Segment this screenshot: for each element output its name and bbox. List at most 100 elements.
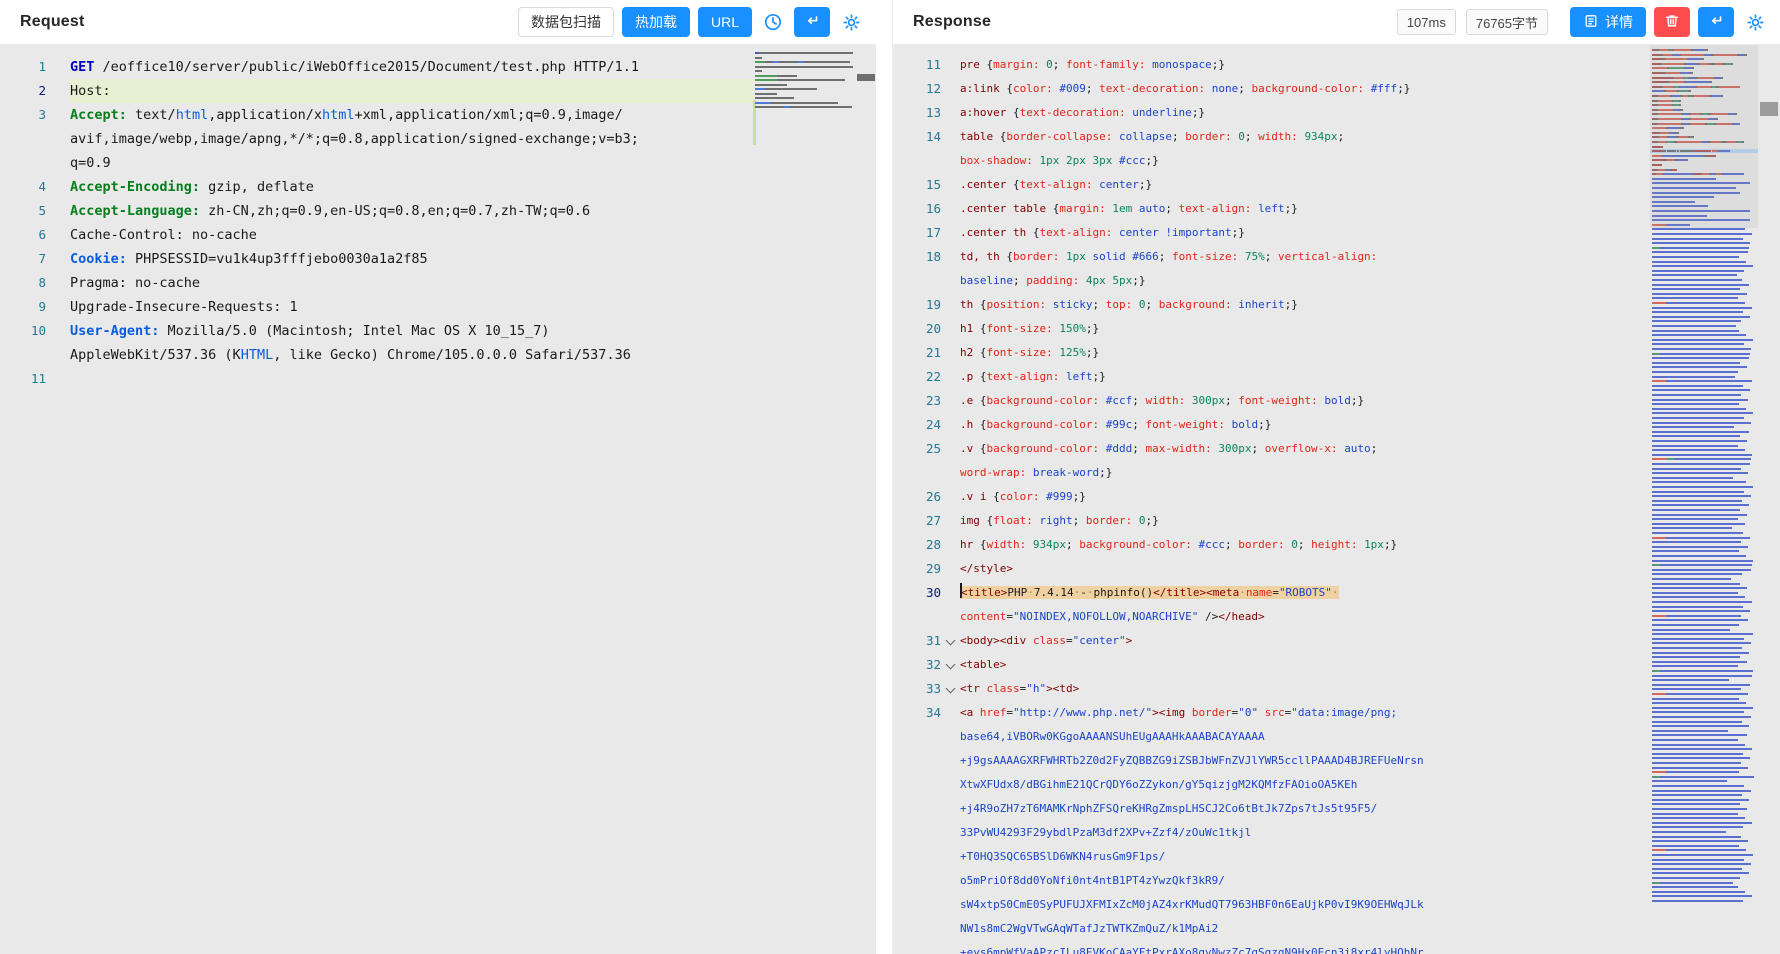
- code-line[interactable]: q=0.9: [0, 151, 753, 175]
- packet-scan-button[interactable]: 数据包扫描: [518, 7, 614, 37]
- code-line[interactable]: NW1s8mC2WgVTwGAqWTafJzTWTKZmQuZ/k1MpAi2: [893, 917, 1650, 941]
- hot-reload-button[interactable]: 热加载: [622, 7, 690, 37]
- code-line[interactable]: word-wrap: break-word;}: [893, 461, 1650, 485]
- line-content: .center th {text-align: center !importan…: [960, 221, 1650, 245]
- code-line[interactable]: +j9gsAAAAGXRFWHRTb2Z0d2FyZQBBZG9iZSBJbWF…: [893, 749, 1650, 773]
- response-minimap[interactable]: [1650, 45, 1758, 954]
- gear-icon[interactable]: [838, 9, 864, 35]
- fold-gutter: [46, 79, 70, 103]
- code-line[interactable]: 28hr {width: 934px; background-color: #c…: [893, 533, 1650, 557]
- minimap-line: [1652, 753, 1743, 755]
- code-line[interactable]: 23.e {background-color: #ccf; width: 300…: [893, 389, 1650, 413]
- response-editor[interactable]: 11pre {margin: 0; font-family: monospace…: [893, 45, 1780, 954]
- code-line[interactable]: 18td, th {border: 1px solid #666; font-s…: [893, 245, 1650, 269]
- code-line[interactable]: +eys6mpWfVaAPzcILu8EVKoCAaYFtPxrAXo8gvNw…: [893, 941, 1650, 954]
- scroll-thumb[interactable]: [1760, 102, 1778, 116]
- minimap-line: [1652, 725, 1749, 727]
- code-line[interactable]: 29</style>: [893, 557, 1650, 581]
- code-line[interactable]: 7Cookie: PHPSESSID=vu1k4up3fffjebo0030a1…: [0, 247, 753, 271]
- minimap-line: [1652, 859, 1744, 861]
- code-line[interactable]: 32<table>: [893, 653, 1650, 677]
- gear-icon[interactable]: [1742, 9, 1768, 35]
- code-line[interactable]: 13a:hover {text-decoration: underline;}: [893, 101, 1650, 125]
- code-line[interactable]: 34<a href="http://www.php.net/"><img bor…: [893, 701, 1650, 725]
- fold-gutter: [46, 151, 70, 175]
- code-line[interactable]: 4Accept-Encoding: gzip, deflate: [0, 175, 753, 199]
- code-line[interactable]: +j4R9oZH7zT6MAMKrNphZFSQreKHRgZmspLHSCJ2…: [893, 797, 1650, 821]
- minimap-viewport-slider[interactable]: [1650, 45, 1758, 228]
- code-line[interactable]: baseline; padding: 4px 5px;}: [893, 269, 1650, 293]
- code-line[interactable]: content="NOINDEX,NOFOLLOW,NOARCHIVE" /><…: [893, 605, 1650, 629]
- code-line[interactable]: 30<title>PHP·7.4.14·-·phpinfo()</title><…: [893, 581, 1650, 605]
- code-line[interactable]: base64,iVBORw0KGgoAAAANSUhEUgAAAHkAAABAC…: [893, 725, 1650, 749]
- minimap-line: [1652, 803, 1740, 805]
- line-number: 21: [893, 341, 941, 365]
- fold-chevron-icon[interactable]: [941, 677, 960, 701]
- panel-divider[interactable]: [876, 0, 892, 954]
- code-line[interactable]: 10User-Agent: Mozilla/5.0 (Macintosh; In…: [0, 319, 753, 343]
- code-line[interactable]: 31<body><div class="center">: [893, 629, 1650, 653]
- minimap-line: [755, 88, 817, 90]
- code-line[interactable]: 9Upgrade-Insecure-Requests: 1: [0, 295, 753, 319]
- history-icon[interactable]: [760, 9, 786, 35]
- code-line[interactable]: 33<tr class="h"><td>: [893, 677, 1650, 701]
- url-button[interactable]: URL: [698, 7, 752, 37]
- code-line[interactable]: 12a:link {color: #009; text-decoration: …: [893, 77, 1650, 101]
- minimap-line: [1652, 422, 1751, 424]
- code-line[interactable]: avif,image/webp,image/apng,*/*;q=0.8,app…: [0, 127, 753, 151]
- code-line[interactable]: 21h2 {font-size: 125%;}: [893, 341, 1650, 365]
- code-line[interactable]: 5Accept-Language: zh-CN,zh;q=0.9,en-US;q…: [0, 199, 753, 223]
- minimap-line: [1652, 445, 1738, 447]
- send-button[interactable]: [1698, 7, 1734, 37]
- minimap-line: [1652, 458, 1751, 460]
- minimap-line: [1652, 872, 1749, 874]
- line-content: </style>: [960, 557, 1650, 581]
- code-line[interactable]: 11: [0, 367, 753, 391]
- code-line[interactable]: 27img {float: right; border: 0;}: [893, 509, 1650, 533]
- fold-chevron-icon[interactable]: [941, 629, 960, 653]
- minimap-line: [755, 97, 794, 99]
- code-line[interactable]: 20h1 {font-size: 150%;}: [893, 317, 1650, 341]
- minimap-line: [1652, 541, 1741, 543]
- code-line[interactable]: 19th {position: sticky; top: 0; backgrou…: [893, 293, 1650, 317]
- minimap-line: [1652, 417, 1744, 419]
- code-line[interactable]: o5mPriOf8dd0YoNfi0nt4ntB1PT4zYwzQkf3kR9/: [893, 869, 1650, 893]
- code-line[interactable]: 25.v {background-color: #ddd; max-width:…: [893, 437, 1650, 461]
- code-line[interactable]: AppleWebKit/537.36 (KHTML, like Gecko) C…: [0, 343, 753, 367]
- code-line[interactable]: 15.center {text-align: center;}: [893, 173, 1650, 197]
- code-line[interactable]: 17.center th {text-align: center !import…: [893, 221, 1650, 245]
- response-scrollbar[interactable]: [1758, 45, 1780, 954]
- request-code[interactable]: 1GET /eoffice10/server/public/iWebOffice…: [0, 45, 753, 954]
- code-line[interactable]: 3Accept: text/html,application/xhtml+xml…: [0, 103, 753, 127]
- clear-response-button[interactable]: [1654, 7, 1690, 37]
- code-line[interactable]: 26.v i {color: #999;}: [893, 485, 1650, 509]
- code-line[interactable]: 33PvWU4293F29ybdlPzaM3df2XPv+Zzf4/zOuWc1…: [893, 821, 1650, 845]
- code-line[interactable]: 11pre {margin: 0; font-family: monospace…: [893, 53, 1650, 77]
- code-line[interactable]: XtwXFUdx8/dBGihmE21QCrQDY6oZZykon/gY5qiz…: [893, 773, 1650, 797]
- code-line[interactable]: 1GET /eoffice10/server/public/iWebOffice…: [0, 55, 753, 79]
- request-editor[interactable]: 1GET /eoffice10/server/public/iWebOffice…: [0, 45, 876, 954]
- fold-chevron-icon[interactable]: [941, 653, 960, 677]
- code-line[interactable]: 6Cache-Control: no-cache: [0, 223, 753, 247]
- code-line[interactable]: 8Pragma: no-cache: [0, 271, 753, 295]
- code-line[interactable]: 22.p {text-align: left;}: [893, 365, 1650, 389]
- details-button[interactable]: 详情: [1570, 7, 1646, 37]
- fold-gutter: [941, 389, 960, 413]
- code-line[interactable]: 16.center table {margin: 1em auto; text-…: [893, 197, 1650, 221]
- code-line[interactable]: +T0HQ3SQC6SBSlD6WKN4rusGm9F1ps/: [893, 845, 1650, 869]
- fold-gutter: [46, 127, 70, 151]
- code-line[interactable]: sW4xtpS0CmE0SyPUFUJXFMIxZcM0jAZ4xrKMudQT…: [893, 893, 1650, 917]
- line-number: 1: [0, 55, 46, 79]
- request-minimap[interactable]: [753, 45, 856, 954]
- line-number: 19: [893, 293, 941, 317]
- code-line[interactable]: 24.h {background-color: #99c; font-weigh…: [893, 413, 1650, 437]
- response-code[interactable]: 11pre {margin: 0; font-family: monospace…: [893, 45, 1650, 954]
- send-request-button[interactable]: [794, 7, 830, 37]
- line-content: sW4xtpS0CmE0SyPUFUJXFMIxZcM0jAZ4xrKMudQT…: [960, 893, 1650, 917]
- minimap-line: [755, 70, 762, 72]
- code-line[interactable]: box-shadow: 1px 2px 3px #ccc;}: [893, 149, 1650, 173]
- code-line[interactable]: 14table {border-collapse: collapse; bord…: [893, 125, 1650, 149]
- code-line[interactable]: 2Host:: [0, 79, 753, 103]
- line-content: o5mPriOf8dd0YoNfi0nt4ntB1PT4zYwzQkf3kR9/: [960, 869, 1650, 893]
- request-scrollbar[interactable]: [856, 45, 876, 954]
